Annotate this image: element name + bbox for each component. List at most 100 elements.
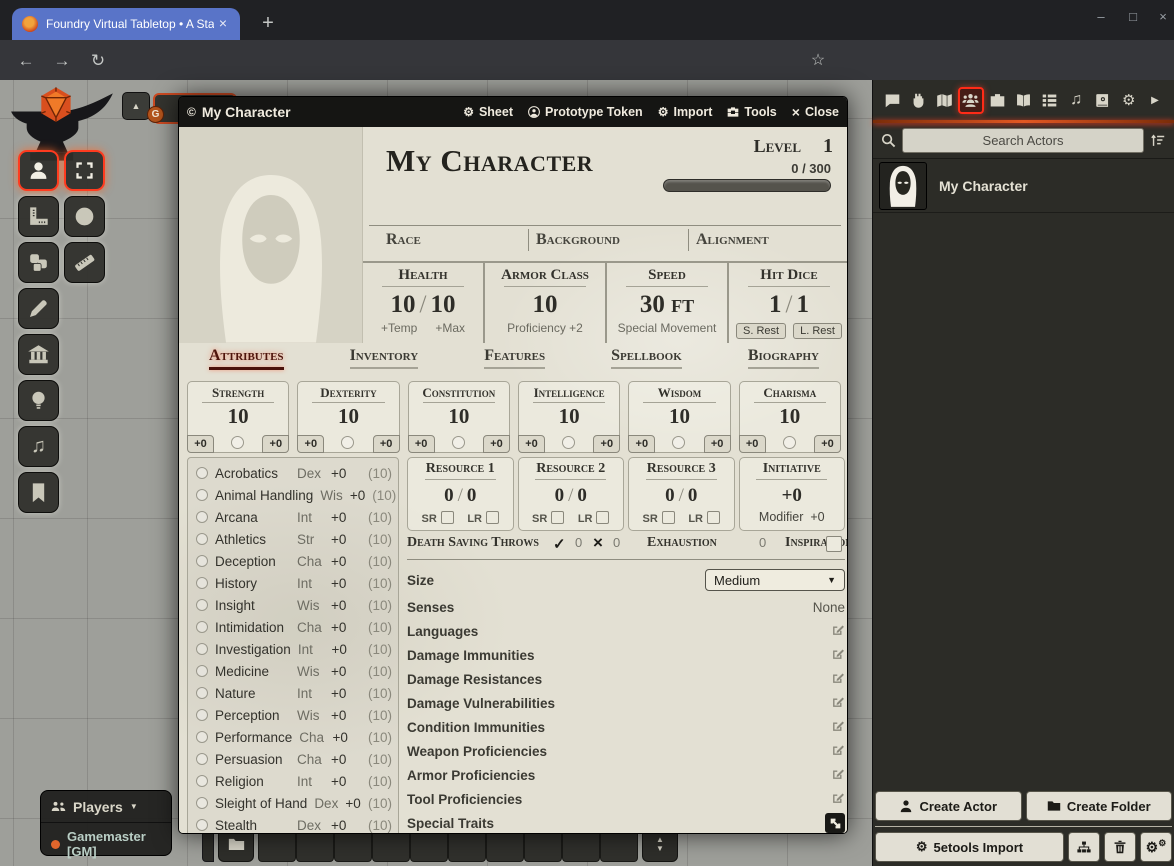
skill-row[interactable]: History Int +0 (10) [196,572,392,594]
tab-actors[interactable] [958,87,984,114]
ability-block[interactable]: Wisdom 10 +0 +0 [628,381,730,453]
edit-icon[interactable] [831,695,845,712]
tab-tables[interactable] [1037,87,1063,114]
tab-features[interactable]: Features [484,347,545,370]
ability-check-mod[interactable]: +0 [262,435,289,453]
player-row[interactable]: Gamemaster [GM] [41,823,171,865]
skill-row[interactable]: Sleight of Hand Dex +0 (10) [196,792,392,814]
edit-icon[interactable] [831,743,845,760]
ability-proficiency-pip[interactable] [231,436,244,449]
skill-proficiency-radio[interactable] [196,797,208,809]
tab-inventory[interactable]: Inventory [350,347,419,370]
resource-block[interactable]: Resource 1 0/0 SR LR [407,457,514,531]
speed-value[interactable]: 30 ft [607,290,727,320]
resource-max[interactable]: 0 [688,485,698,506]
skill-proficiency-radio[interactable] [196,687,208,699]
skill-row[interactable]: Investigation Int +0 (10) [196,638,392,660]
death-fail-icon[interactable]: × [593,533,603,553]
death-success-icon[interactable]: ✓ [553,535,566,553]
actor-avatar[interactable] [879,162,927,210]
forward-button[interactable]: → [50,49,74,73]
skill-proficiency-radio[interactable] [196,533,208,545]
ability-proficiency-pip[interactable] [783,436,796,449]
tool-tiles[interactable] [18,334,59,375]
search-input[interactable] [902,128,1144,153]
armor-class-block[interactable]: Armor Class 10 Proficiency +2 [483,263,605,343]
skill-proficiency-radio[interactable] [196,731,208,743]
tool-select-targets[interactable] [64,150,105,191]
delete-button[interactable] [1104,832,1136,862]
ability-score[interactable]: 10 [188,404,288,429]
initiative-value[interactable]: +0 [740,483,845,509]
skill-proficiency-radio[interactable] [196,599,208,611]
tab-combat[interactable] [905,87,931,114]
long-rest-checkbox[interactable] [707,511,720,524]
short-rest-button[interactable]: S. Rest [736,323,786,339]
sidebar-collapse-icon[interactable]: ▶ [1142,87,1168,114]
short-rest-checkbox[interactable] [662,511,675,524]
create-folder-button[interactable]: Create Folder [1026,791,1173,821]
tool-lighting[interactable] [18,380,59,421]
tool-ruler[interactable] [64,242,105,283]
resource-max[interactable]: 0 [577,485,587,506]
hp-current[interactable]: 10 [391,291,416,318]
skill-row[interactable]: Stealth Dex +0 (10) [196,814,392,834]
ability-check-mod[interactable]: +0 [483,435,510,453]
edit-icon[interactable] [831,791,845,808]
browser-tab[interactable]: Foundry Virtual Tabletop • A Stan × [12,8,240,40]
hotbar-page-down-icon[interactable]: ▼ [656,844,664,853]
health-block[interactable]: Health 10/10 +Temp+Max [363,263,483,343]
alignment-field[interactable]: Alignment [696,231,769,249]
edit-icon[interactable] [831,647,845,664]
skill-proficiency-radio[interactable] [196,489,208,501]
hit-dice-block[interactable]: Hit Dice 1/1 S. Rest L. Rest [727,263,848,343]
tab-attributes[interactable]: Attributes [209,347,284,370]
special-movement-label[interactable]: Special Movement [618,321,717,335]
prototype-token-button[interactable]: Prototype Token [528,105,643,119]
ability-block[interactable]: Intelligence 10 +0 +0 [518,381,620,453]
window-minimize-button[interactable]: – [1086,4,1116,30]
resource-current[interactable]: 0 [444,485,454,506]
ability-save-mod[interactable]: +0 [187,435,214,453]
skill-row[interactable]: Persuasion Cha +0 (10) [196,748,392,770]
skill-row[interactable]: Religion Int +0 (10) [196,770,392,792]
tab-biography[interactable]: Biography [748,347,819,370]
sort-icon[interactable] [1150,133,1166,148]
tab-settings[interactable]: ⚙ [1116,87,1142,114]
hd-max[interactable]: 1 [796,291,809,318]
tab-compendium[interactable] [1089,87,1115,114]
import-button[interactable]: ⚙Import [658,105,713,119]
ability-score[interactable]: 10 [629,404,729,429]
skill-proficiency-radio[interactable] [196,643,208,655]
skill-proficiency-radio[interactable] [196,665,208,677]
skill-proficiency-radio[interactable] [196,555,208,567]
ability-score[interactable]: 10 [409,404,509,429]
hotbar-page-up-icon[interactable]: ▲ [656,835,664,844]
ability-proficiency-pip[interactable] [341,436,354,449]
skill-row[interactable]: Arcana Int +0 (10) [196,506,392,528]
scene-nav-toggle[interactable]: ▲ [122,92,150,120]
resource-block[interactable]: Resource 2 0/0 SR LR [518,457,625,531]
tool-measure-template[interactable] [64,196,105,237]
ability-save-mod[interactable]: +0 [518,435,545,453]
sheet-config-button[interactable]: ⚙Sheet [463,105,513,119]
hp-temp-label[interactable]: +Temp [381,321,417,335]
death-fail-value[interactable]: 0 [613,535,620,550]
create-actor-button[interactable]: Create Actor [875,791,1022,821]
resource-block[interactable]: Resource 3 0/0 SR LR [628,457,735,531]
5etools-import-button[interactable]: ⚙ 5etools Import [875,832,1064,862]
ability-check-mod[interactable]: +0 [373,435,400,453]
size-select[interactable]: Medium ▼ [705,569,845,591]
window-maximize-button[interactable]: □ [1118,4,1148,30]
ability-block[interactable]: Constitution 10 +0 +0 [408,381,510,453]
close-window-button[interactable]: ×Close [792,104,839,120]
background-field[interactable]: Background [536,231,620,249]
tab-scenes[interactable] [932,87,958,114]
long-rest-button[interactable]: L. Rest [793,323,842,339]
ability-score[interactable]: 10 [298,404,398,429]
character-portrait[interactable] [179,127,363,343]
initiative-block[interactable]: Initiative +0 Modifier +0 [739,457,846,531]
window-resize-handle[interactable] [825,813,845,833]
resource-max[interactable]: 0 [467,485,477,506]
hp-tempmax-label[interactable]: +Max [435,321,465,335]
